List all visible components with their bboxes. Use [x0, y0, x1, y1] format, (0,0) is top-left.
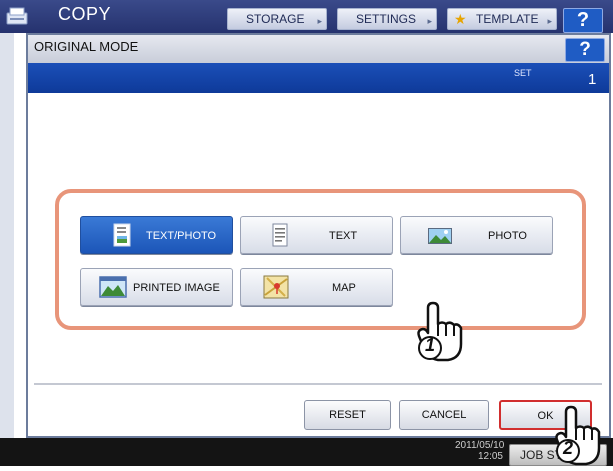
mode-options-highlight — [55, 189, 586, 330]
mode-map-button[interactable]: MAP — [240, 268, 393, 306]
mode-photo-label: PHOTO — [488, 230, 527, 242]
mode-text-photo-label: TEXT/PHOTO — [146, 230, 217, 242]
chevron-right-icon: ▸ — [547, 16, 552, 26]
mode-photo-button[interactable]: PHOTO — [400, 216, 553, 254]
dialog-title: ORIGINAL MODE — [34, 39, 139, 54]
text-icon — [272, 223, 288, 250]
reset-button-label: RESET — [329, 409, 366, 421]
set-count-bar: SET 1 — [28, 63, 609, 93]
dialog-help-button[interactable]: ? — [565, 38, 605, 62]
tab-storage[interactable]: STORAGE ▸ — [227, 8, 327, 30]
app-title: COPY — [58, 4, 112, 24]
mode-text-button[interactable]: TEXT — [240, 216, 393, 254]
tab-template-label: TEMPLATE — [476, 12, 539, 26]
datetime-display: 2011/05/10 12:05 — [455, 440, 505, 462]
tab-storage-label: STORAGE — [246, 12, 305, 26]
chevron-right-icon: ▸ — [317, 16, 322, 26]
tab-template[interactable]: ★ TEMPLATE ▸ — [447, 8, 557, 30]
app-help-button[interactable]: ? — [563, 8, 603, 33]
mode-map-label: MAP — [332, 282, 356, 294]
cancel-button-label: CANCEL — [421, 409, 467, 421]
tab-settings-label: SETTINGS — [356, 12, 417, 26]
mode-text-label: TEXT — [329, 230, 358, 242]
step-number: 1 — [424, 335, 435, 355]
text-photo-icon — [113, 223, 131, 250]
reset-button[interactable]: RESET — [304, 400, 391, 430]
cancel-button[interactable]: CANCEL — [399, 400, 489, 430]
hand-pointer-icon: 1 — [414, 300, 468, 371]
chevron-right-icon: ▸ — [427, 16, 432, 26]
step-number: 2 — [562, 438, 573, 458]
map-icon — [263, 275, 289, 302]
set-count: 1 — [588, 71, 597, 88]
star-icon: ★ — [454, 11, 467, 27]
mode-printed-image-label: PRINTED IMAGE — [133, 282, 220, 294]
divider — [34, 383, 602, 385]
dialog-title-bar: ORIGINAL MODE ? — [28, 35, 609, 63]
original-mode-dialog: ORIGINAL MODE ? SET 1 TEXT/PHOTO TEXT PH… — [26, 33, 611, 438]
mode-printed-image-button[interactable]: PRINTED IMAGE — [80, 268, 233, 306]
tab-settings[interactable]: SETTINGS ▸ — [337, 8, 437, 30]
background-panel — [0, 33, 14, 438]
mode-text-photo-button[interactable]: TEXT/PHOTO — [80, 216, 233, 254]
copy-app-icon — [6, 6, 28, 26]
set-label: SET — [514, 68, 532, 78]
hand-pointer-icon: 2 — [552, 404, 606, 471]
printed-image-icon — [99, 275, 127, 302]
photo-icon — [428, 228, 452, 247]
